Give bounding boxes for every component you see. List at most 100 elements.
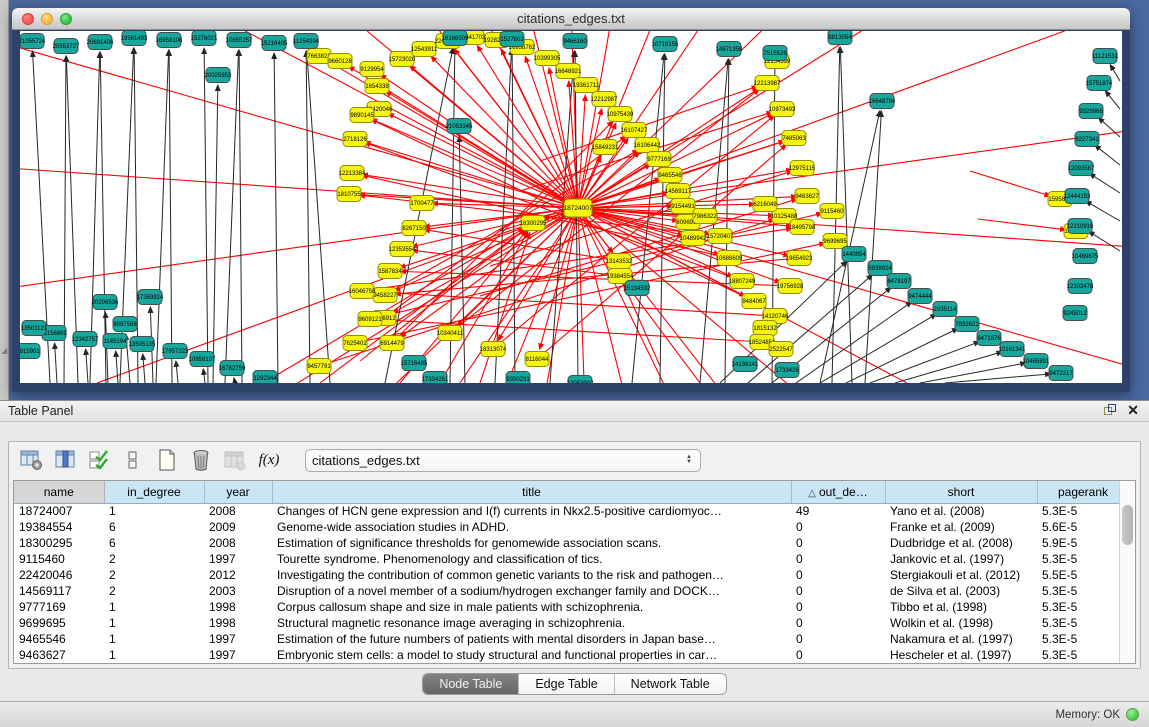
table-cell[interactable]: Stergiakouli et al. (2012) [885, 567, 1037, 583]
table-cell[interactable]: Hescheler et al. (1997) [885, 647, 1037, 663]
panel-resize-arrow[interactable]: ◢ [1, 346, 7, 355]
graph-node[interactable]: 6914479 [380, 336, 404, 351]
graph-node[interactable]: 18300295 [520, 216, 547, 231]
table-cell[interactable]: 1997 [204, 551, 272, 567]
show-columns-icon[interactable] [53, 448, 77, 472]
graph-node[interactable]: 9699695 [823, 234, 847, 249]
graph-node[interactable]: 10340411 [437, 326, 464, 341]
graph-node[interactable]: 1145194 [103, 334, 127, 349]
graph-node[interactable]: 20553727 [53, 39, 80, 54]
import-table-icon[interactable] [223, 448, 247, 472]
graph-node[interactable]: 17334261 [422, 372, 449, 384]
column-header-year[interactable]: year [204, 481, 272, 503]
graph-node[interactable]: 9457791 [307, 359, 331, 374]
table-row[interactable]: 977716911998Corpus callosum shape and si… [14, 599, 1129, 615]
function-builder-icon[interactable]: f(x) [257, 448, 281, 472]
table-cell[interactable]: 2 [104, 551, 204, 567]
table-cell[interactable]: Structural magnetic resonance image aver… [272, 615, 791, 631]
graph-node[interactable]: 16046758 [349, 284, 376, 299]
column-header-name[interactable]: name [14, 481, 104, 503]
table-row[interactable]: 969969511998Structural magnetic resonanc… [14, 615, 1129, 631]
table-cell[interactable]: 9777169 [14, 599, 104, 615]
graph-node[interactable]: 2718126 [343, 132, 367, 147]
graph-node[interactable]: 10655257 [226, 33, 253, 48]
table-cell[interactable]: 5.9E-5 [1037, 535, 1129, 551]
graph-node[interactable]: 16106442 [634, 138, 661, 153]
table-cell[interactable]: 2008 [204, 535, 272, 551]
graph-node[interactable]: 12212987 [591, 92, 618, 107]
table-cell[interactable]: 0 [791, 599, 885, 615]
graph-node[interactable]: 9609121 [358, 312, 382, 327]
graph-node[interactable]: 19654923 [786, 251, 813, 266]
graph-node[interactable]: 1733426 [775, 363, 799, 378]
graph-node[interactable]: 16648921 [555, 64, 582, 79]
new-document-icon[interactable] [155, 448, 179, 472]
graph-node[interactable]: 1654338 [365, 79, 389, 94]
table-cell[interactable]: Tibbo et al. (1998) [885, 599, 1037, 615]
table-cell[interactable]: Genome-wide association studies in ADHD. [272, 519, 791, 535]
graph-node[interactable]: 9097588 [113, 317, 137, 332]
graph-node[interactable]: 16648784 [869, 94, 896, 109]
table-cell[interactable]: de Silva et al. (2003) [885, 583, 1037, 599]
graph-node[interactable]: 7515526 [763, 46, 787, 61]
graph-node[interactable]: 20206536 [92, 295, 119, 310]
graph-node[interactable]: 12213384 [339, 166, 366, 181]
column-header-in-degree[interactable]: in_degree [104, 481, 204, 503]
graph-node[interactable]: 9660128 [328, 54, 352, 69]
graph-node[interactable]: 15849231 [592, 140, 619, 155]
graph-node[interactable]: 9890145 [350, 108, 374, 123]
tab-edge-table[interactable]: Edge Table [519, 674, 614, 694]
column-header-out-de-[interactable]: △out_de… [791, 481, 885, 503]
delete-table-icon[interactable] [189, 448, 213, 472]
graph-node[interactable]: 9154491 [671, 199, 695, 214]
graph-node[interactable]: 12052902 [567, 376, 594, 384]
table-row[interactable]: 1830029562008Estimation of significance … [14, 535, 1129, 551]
graph-node[interactable]: 2522547 [769, 342, 793, 357]
table-cell[interactable]: 1 [104, 503, 204, 519]
graph-node[interactable]: 5938924 [868, 261, 892, 276]
graph-node[interactable]: 12975115 [789, 161, 816, 176]
node-table-grid[interactable]: namein_degreeyeartitle△out_de…shortpager… [14, 481, 1130, 663]
graph-node[interactable]: 7485063 [782, 131, 806, 146]
table-row[interactable]: 2242004622012Investigating the contribut… [14, 567, 1129, 583]
table-cell[interactable]: 5.3E-5 [1037, 599, 1129, 615]
graph-node[interactable]: 18724007 [564, 199, 593, 217]
graph-node[interactable]: 1292344 [253, 371, 277, 384]
graph-node[interactable]: 10399305 [534, 51, 561, 66]
table-cell[interactable]: 9699695 [14, 615, 104, 631]
table-row[interactable]: 1938455462009Genome-wide association stu… [14, 519, 1129, 535]
graph-node[interactable]: 10973493 [769, 102, 796, 117]
graph-node[interactable]: 1587834 [378, 264, 402, 279]
table-cell[interactable]: Franke et al. (2009) [885, 519, 1037, 535]
table-cell[interactable]: 0 [791, 615, 885, 631]
table-panel-header[interactable]: Table Panel ✕ [0, 401, 1149, 422]
graph-node[interactable]: 13501121 [21, 321, 48, 336]
graph-node[interactable]: 14569117 [665, 184, 692, 199]
graph-node[interactable]: 18313074 [480, 342, 507, 357]
table-cell[interactable]: 9465546 [14, 631, 104, 647]
graph-node[interactable]: 16107427 [621, 123, 648, 138]
table-row[interactable]: 1872400712008Changes of HCN gene express… [14, 503, 1129, 519]
graph-node[interactable]: 7986322 [693, 209, 717, 224]
graph-node[interactable]: 17359924 [137, 290, 164, 305]
table-cell[interactable]: 49 [791, 503, 885, 519]
graph-node[interactable]: 15720407 [707, 229, 734, 244]
graph-node[interactable]: 9465546 [658, 168, 682, 183]
table-cell[interactable]: 2009 [204, 519, 272, 535]
table-cell[interactable]: Nakamura et al. (1997) [885, 631, 1037, 647]
table-cell[interactable]: Estimation of significance thresholds fo… [272, 535, 791, 551]
table-cell[interactable]: 18724007 [14, 503, 104, 519]
table-cell[interactable]: 1 [104, 615, 204, 631]
graph-node[interactable]: 10469675 [1072, 249, 1099, 264]
graph-node[interactable]: 6479197 [887, 274, 911, 289]
graph-node[interactable]: 19581493 [121, 31, 148, 46]
table-cell[interactable]: 1 [104, 599, 204, 615]
table-cell[interactable]: Yano et al. (2008) [885, 503, 1037, 519]
table-cell[interactable]: Jankovic et al. (1997) [885, 551, 1037, 567]
graph-node[interactable]: 10719155 [652, 37, 679, 52]
graph-node[interactable]: 9227341 [1075, 132, 1099, 147]
close-panel-icon[interactable]: ✕ [1127, 404, 1139, 417]
graph-node[interactable]: 9466160 [563, 34, 587, 49]
table-cell[interactable]: Disruption of a novel member of a sodium… [272, 583, 791, 599]
table-cell[interactable]: 5.5E-5 [1037, 567, 1129, 583]
